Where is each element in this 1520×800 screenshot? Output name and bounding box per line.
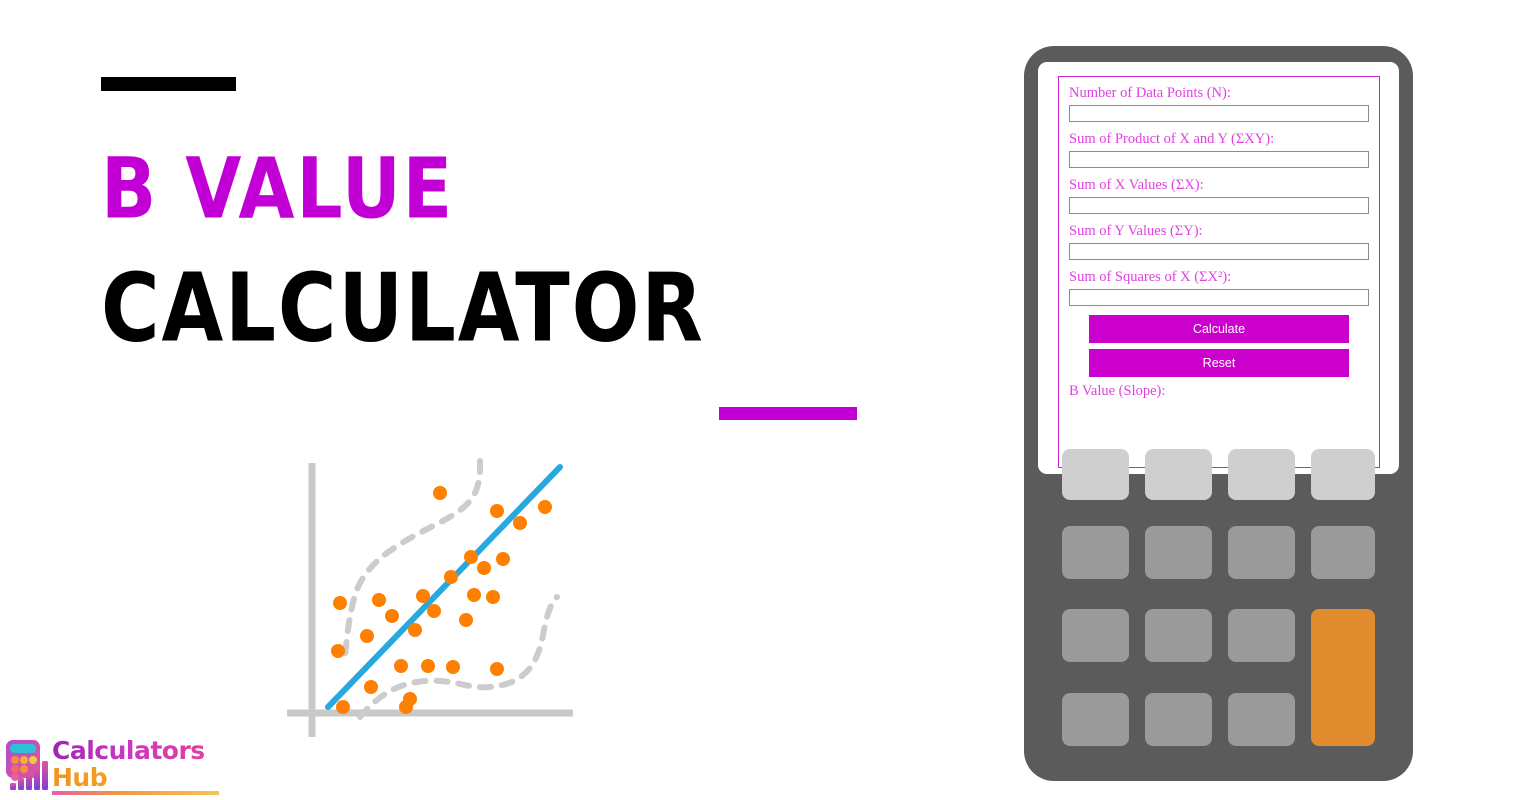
scatter-plot-svg — [287, 458, 573, 737]
field-label-sum-y: Sum of Y Values (ΣY): — [1069, 223, 1203, 239]
scatter-plot-illustration — [275, 455, 585, 745]
decorative-rule-top — [101, 77, 236, 91]
input-sum-x[interactable] — [1069, 197, 1369, 214]
brand-logo[interactable]: Calculators Hub — [4, 737, 219, 797]
keypad-key-r4c3[interactable] — [1228, 693, 1295, 746]
keypad-key-r1c3[interactable] — [1228, 449, 1295, 500]
input-sum-product-xy[interactable] — [1069, 151, 1369, 168]
hero-section: B VALUE CALCULATOR Calculators Hub — [0, 0, 960, 800]
keypad-key-r1c1[interactable] — [1062, 449, 1129, 500]
keypad-key-r2c1[interactable] — [1062, 526, 1129, 579]
brand-logo-word-calculators: Calculators — [52, 736, 205, 765]
keypad-key-r3c2[interactable] — [1145, 609, 1212, 662]
input-sum-squares-x[interactable] — [1069, 289, 1369, 306]
device-screen: Number of Data Points (N): Sum of Produc… — [1038, 62, 1399, 474]
keypad-key-r4c1[interactable] — [1062, 693, 1129, 746]
brand-logo-underline — [52, 791, 219, 795]
page-title-line-1: B VALUE — [101, 141, 455, 239]
calculate-button[interactable]: Calculate — [1089, 315, 1349, 343]
keypad-key-r4c2[interactable] — [1145, 693, 1212, 746]
calculator-keypad — [1062, 449, 1375, 761]
input-sum-y[interactable] — [1069, 243, 1369, 260]
b-value-calculator-form: Number of Data Points (N): Sum of Produc… — [1058, 76, 1380, 468]
input-number-of-data-points[interactable] — [1069, 105, 1369, 122]
reset-button[interactable]: Reset — [1089, 349, 1349, 377]
field-sum-squares-x: Sum of Squares of X (ΣX²): — [1069, 269, 1369, 306]
field-label-n: Number of Data Points (N): — [1069, 85, 1231, 101]
result-label-b-value: B Value (Slope): — [1069, 383, 1166, 399]
keypad-key-r3c3[interactable] — [1228, 609, 1295, 662]
field-sum-product-xy: Sum of Product of X and Y (ΣXY): — [1069, 131, 1369, 168]
field-label-sum-squares-x: Sum of Squares of X (ΣX²): — [1069, 269, 1232, 285]
calculator-device: Number of Data Points (N): Sum of Produc… — [1024, 46, 1413, 781]
field-sum-x: Sum of X Values (ΣX): — [1069, 177, 1369, 214]
field-label-sum-xy: Sum of Product of X and Y (ΣXY): — [1069, 131, 1275, 147]
keypad-key-r1c2[interactable] — [1145, 449, 1212, 500]
brand-logo-text: Calculators Hub — [52, 737, 205, 791]
calculator-bars-icon — [4, 739, 50, 791]
decorative-rule-bottom — [719, 407, 857, 420]
page-title-line-2: CALCULATOR — [101, 253, 705, 363]
keypad-key-r2c4[interactable] — [1311, 526, 1375, 579]
field-number-of-data-points: Number of Data Points (N): — [1069, 85, 1369, 122]
keypad-key-r1c4[interactable] — [1311, 449, 1375, 500]
keypad-key-r2c3[interactable] — [1228, 526, 1295, 579]
brand-logo-word-hub: Hub — [52, 764, 205, 791]
keypad-key-r3c1[interactable] — [1062, 609, 1129, 662]
field-label-sum-x: Sum of X Values (ΣX): — [1069, 177, 1204, 193]
keypad-key-r2c2[interactable] — [1145, 526, 1212, 579]
field-sum-y: Sum of Y Values (ΣY): — [1069, 223, 1369, 260]
equals-key[interactable] — [1311, 609, 1375, 746]
